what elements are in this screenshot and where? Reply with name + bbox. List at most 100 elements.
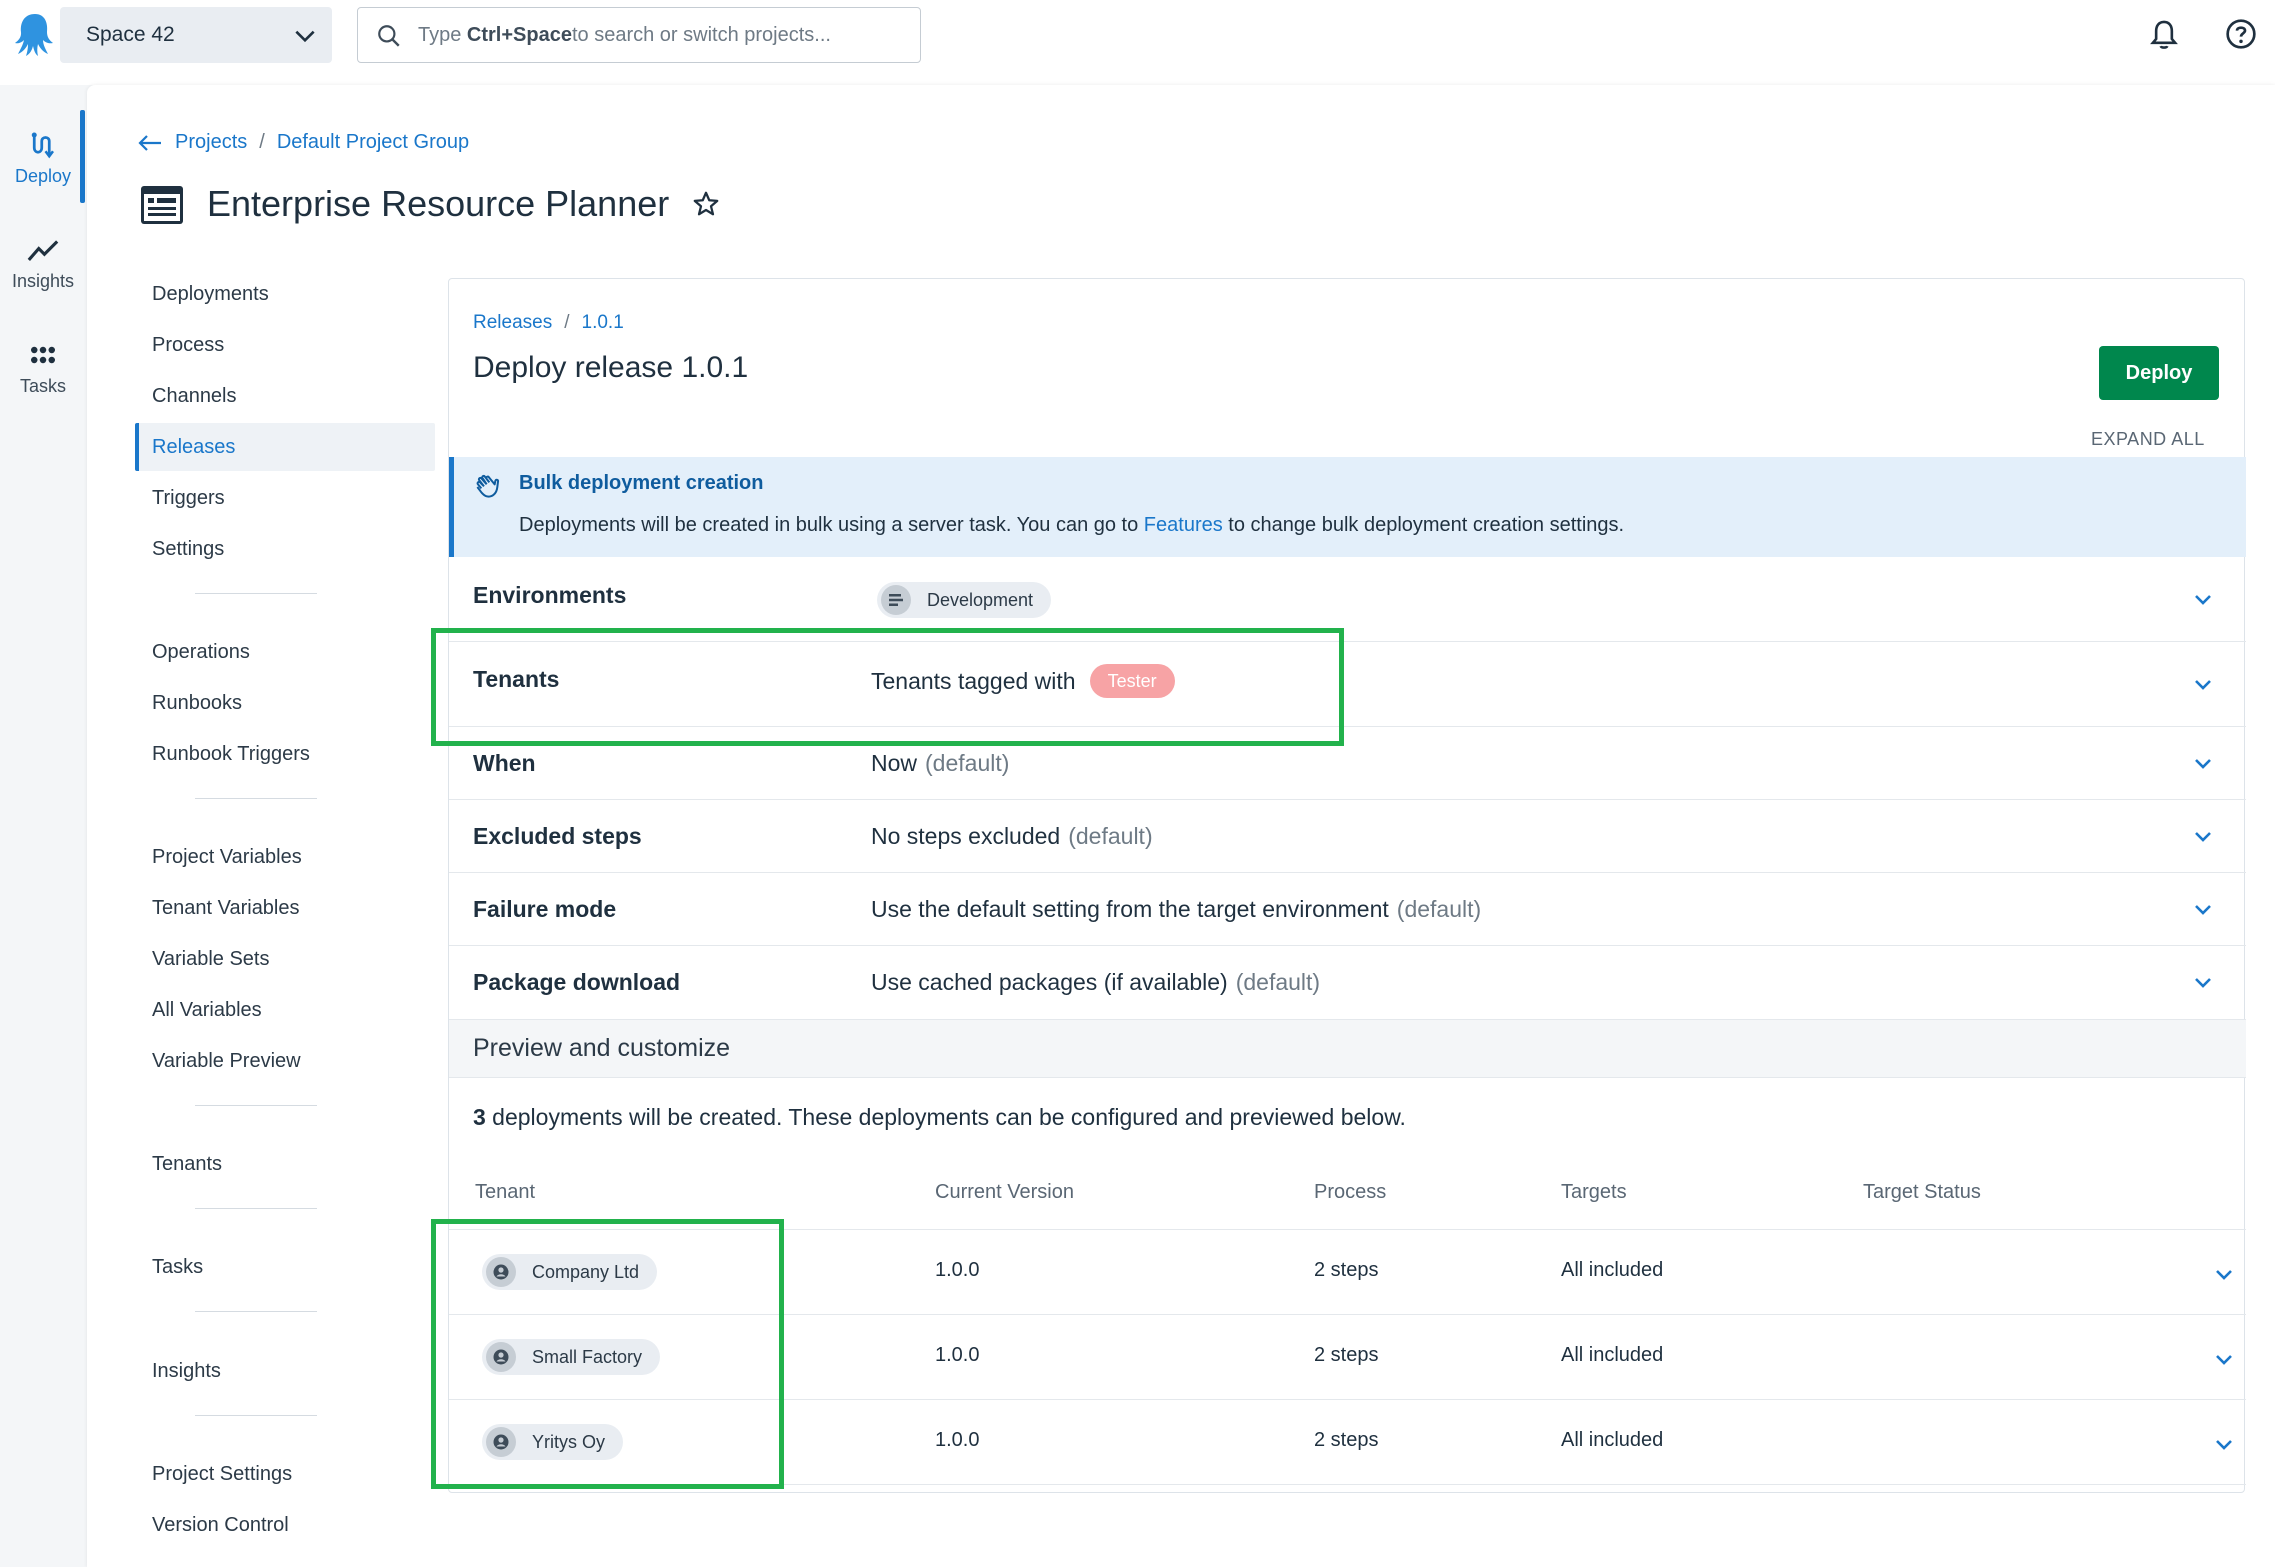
octopus-logo-icon[interactable]: [10, 10, 60, 60]
nav-version-control[interactable]: Version Control: [135, 1501, 435, 1549]
project-logo-icon: [140, 185, 184, 225]
nav-deployments[interactable]: Deployments: [135, 270, 435, 318]
row-label: Excluded steps: [473, 823, 642, 849]
banner-text-after: to change bulk deployment creation setti…: [1222, 514, 1625, 536]
targets-cell: All included: [1561, 1344, 1664, 1366]
search-placeholder-prefix: Type: [418, 23, 462, 46]
breadcrumb-separator: /: [564, 312, 570, 333]
excluded-steps-value-text: No steps excluded: [871, 823, 1061, 849]
breadcrumb-project-group-link[interactable]: Default Project Group: [277, 131, 469, 154]
chevron-down-icon[interactable]: [2191, 897, 2215, 921]
targets-cell: All included: [1561, 1429, 1664, 1451]
process-cell: 2 steps: [1314, 1259, 1379, 1281]
breadcrumb: Projects / Default Project Group: [137, 131, 469, 154]
nav-divider: [195, 1208, 317, 1209]
failure-mode-row[interactable]: Failure mode Use the default setting fro…: [449, 873, 2246, 946]
row-label: Package download: [473, 969, 681, 995]
default-label: (default): [1235, 969, 1321, 995]
failure-mode-value-text: Use the default setting from the target …: [871, 896, 1389, 922]
nav-tenants[interactable]: Tenants: [135, 1140, 435, 1188]
nav-variable-sets[interactable]: Variable Sets: [135, 935, 435, 983]
column-header-target-status: Target Status: [1863, 1181, 1981, 1203]
column-header-current-version: Current Version: [935, 1181, 1074, 1203]
space-selector[interactable]: Space 42: [60, 7, 332, 63]
banner-text: Deployments will be created in bulk usin…: [519, 514, 1624, 537]
summary-text: deployments will be created. These deplo…: [485, 1104, 1406, 1130]
default-label: (default): [925, 750, 1010, 776]
highlight-box-tenant-list: [431, 1219, 784, 1489]
excluded-steps-row[interactable]: Excluded steps No steps excluded (default…: [449, 800, 2246, 873]
environment-chip: Development: [877, 582, 1052, 618]
deployment-count: 3: [473, 1104, 486, 1130]
space-name: Space 42: [86, 23, 175, 46]
process-cell: 2 steps: [1314, 1344, 1379, 1366]
deploy-button[interactable]: Deploy: [2099, 346, 2219, 400]
chevron-down-icon[interactable]: [2212, 1262, 2236, 1286]
current-version-cell: 1.0.0: [935, 1429, 980, 1451]
nav-insights[interactable]: Insights: [135, 1347, 435, 1395]
excluded-steps-value: No steps excluded (default): [871, 823, 1153, 850]
insights-icon: [0, 235, 86, 265]
nav-tasks[interactable]: Tasks: [135, 1243, 435, 1291]
chevron-down-icon[interactable]: [2191, 970, 2215, 994]
nav-project-variables[interactable]: Project Variables: [135, 833, 435, 881]
rail-label: Insights: [11, 271, 75, 291]
nav-divider: [195, 1105, 317, 1106]
rail-label: Deploy: [14, 166, 72, 186]
nav-variable-preview[interactable]: Variable Preview: [135, 1037, 435, 1085]
environment-name: Development: [927, 589, 1034, 610]
waving-hand-icon: [472, 471, 504, 503]
nav-triggers[interactable]: Triggers: [135, 474, 435, 522]
help-icon[interactable]: [2225, 18, 2257, 50]
rail-item-deploy[interactable]: Deploy: [0, 130, 86, 187]
targets-cell: All included: [1561, 1259, 1664, 1281]
banner-text-before: Deployments will be created in bulk usin…: [519, 514, 1144, 536]
chevron-down-icon[interactable]: [2191, 672, 2215, 696]
expand-all-button[interactable]: EXPAND ALL: [2091, 429, 2205, 450]
left-rail: Deploy Insights Tasks: [0, 85, 86, 1567]
release-title: Deploy release 1.0.1: [473, 351, 749, 384]
default-label: (default): [1068, 823, 1153, 849]
chevron-down-icon[interactable]: [2212, 1347, 2236, 1371]
column-header-process: Process: [1314, 1181, 1387, 1203]
nav-divider: [195, 593, 317, 594]
top-bar: Space 42 Type Ctrl+Space to search or sw…: [0, 0, 2275, 85]
rail-item-tasks[interactable]: Tasks: [0, 340, 86, 397]
nav-operations[interactable]: Operations: [135, 628, 435, 676]
tasks-icon: [0, 340, 86, 370]
rail-item-insights[interactable]: Insights: [0, 235, 86, 292]
nav-runbook-triggers[interactable]: Runbook Triggers: [135, 730, 435, 778]
breadcrumb-releases-link[interactable]: Releases: [473, 312, 552, 334]
nav-all-variables[interactable]: All Variables: [135, 986, 435, 1034]
nav-releases[interactable]: Releases: [135, 423, 435, 471]
back-arrow-icon[interactable]: [137, 133, 163, 153]
favorite-star-icon[interactable]: [691, 189, 721, 219]
row-label: Failure mode: [473, 896, 617, 922]
preview-section-header: Preview and customize: [449, 1020, 2246, 1078]
search-input[interactable]: Type Ctrl+Space to search or switch proj…: [357, 7, 921, 63]
breadcrumb-projects-link[interactable]: Projects: [175, 131, 247, 154]
package-download-row[interactable]: Package download Use cached packages (if…: [449, 946, 2246, 1020]
nav-settings[interactable]: Settings: [135, 525, 435, 573]
row-label: When: [473, 750, 536, 776]
nav-channels[interactable]: Channels: [135, 372, 435, 420]
notifications-bell-icon[interactable]: [2148, 18, 2180, 52]
nav-runbooks[interactable]: Runbooks: [135, 679, 435, 727]
process-cell: 2 steps: [1314, 1429, 1379, 1451]
failure-mode-value: Use the default setting from the target …: [871, 896, 1481, 923]
search-placeholder-suffix: to search or switch projects...: [571, 23, 831, 46]
chevron-down-icon[interactable]: [2191, 824, 2215, 848]
chevron-down-icon[interactable]: [2191, 751, 2215, 775]
features-link[interactable]: Features: [1144, 514, 1223, 536]
default-label: (default): [1396, 896, 1482, 922]
breadcrumb-release-version-link[interactable]: 1.0.1: [582, 312, 624, 334]
nav-process[interactable]: Process: [135, 321, 435, 369]
nav-tenant-variables[interactable]: Tenant Variables: [135, 884, 435, 932]
deploy-icon: [0, 130, 86, 160]
search-shortcut: Ctrl+Space: [466, 23, 572, 46]
row-label: Environments: [473, 582, 627, 608]
nav-project-settings[interactable]: Project Settings: [135, 1450, 435, 1498]
chevron-down-icon[interactable]: [2212, 1432, 2236, 1456]
chevron-down-icon[interactable]: [2191, 587, 2215, 611]
rail-label: Tasks: [19, 376, 66, 396]
